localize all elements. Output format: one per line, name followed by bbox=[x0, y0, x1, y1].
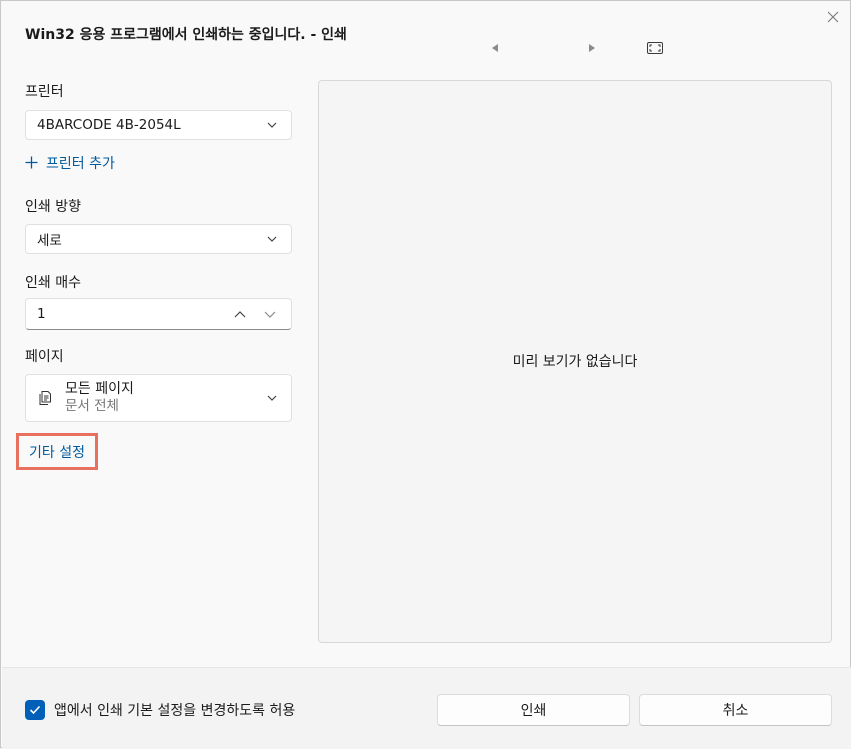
add-printer-label: 프린터 추가 bbox=[46, 156, 115, 172]
pages-dropdown[interactable]: 모든 페이지 문서 전체 bbox=[25, 374, 292, 422]
copies-stepper[interactable]: 1 bbox=[25, 298, 292, 330]
copies-value[interactable]: 1 bbox=[26, 306, 225, 322]
fit-page-button[interactable] bbox=[646, 40, 664, 56]
chevron-down-icon bbox=[265, 391, 279, 405]
chevron-down-icon bbox=[265, 232, 279, 246]
pages-value: 모든 페이지 bbox=[65, 381, 134, 397]
add-printer-link[interactable]: 프린터 추가 bbox=[25, 153, 115, 173]
previous-page-button[interactable] bbox=[487, 40, 503, 56]
orientation-label: 인쇄 방향 bbox=[25, 199, 81, 215]
preview-message: 미리 보기가 없습니다 bbox=[512, 353, 638, 370]
close-button[interactable] bbox=[821, 7, 845, 27]
chevron-down-icon bbox=[265, 118, 279, 132]
checkmark-icon bbox=[29, 705, 41, 715]
allow-change-label: 앱에서 인쇄 기본 설정을 변경하도록 허용 bbox=[54, 703, 296, 719]
printer-value: 4BARCODE 4B-2054L bbox=[37, 117, 181, 133]
orientation-value: 세로 bbox=[37, 233, 62, 249]
more-settings-link[interactable]: 기타 설정 bbox=[16, 433, 98, 470]
pages-label: 페이지 bbox=[25, 349, 64, 365]
printer-label: 프린터 bbox=[25, 84, 64, 100]
more-settings-label: 기타 설정 bbox=[29, 444, 85, 461]
copies-label: 인쇄 매수 bbox=[25, 275, 81, 291]
print-preview-pane: 미리 보기가 없습니다 bbox=[318, 80, 832, 643]
allow-change-checkbox[interactable]: 앱에서 인쇄 기본 설정을 변경하도록 허용 bbox=[25, 700, 295, 720]
increment-button[interactable] bbox=[225, 300, 255, 328]
dialog-title: Win32 응용 프로그램에서 인쇄하는 중입니다. - 인쇄 bbox=[25, 27, 347, 43]
triangle-left-icon bbox=[492, 44, 498, 52]
chevron-down-icon bbox=[264, 311, 276, 318]
checkbox-box[interactable] bbox=[25, 700, 45, 720]
pages-description: 문서 전체 bbox=[65, 398, 119, 414]
pages-icon bbox=[37, 389, 53, 407]
print-dialog: Win32 응용 프로그램에서 인쇄하는 중입니다. - 인쇄 프린터 4BAR… bbox=[0, 0, 851, 749]
plus-icon bbox=[25, 154, 38, 172]
orientation-dropdown[interactable]: 세로 bbox=[25, 224, 292, 254]
close-icon bbox=[827, 11, 839, 23]
decrement-button[interactable] bbox=[255, 300, 285, 328]
chevron-up-icon bbox=[234, 310, 246, 317]
fit-page-icon bbox=[647, 42, 663, 54]
triangle-right-icon bbox=[589, 44, 595, 52]
next-page-button[interactable] bbox=[584, 40, 600, 56]
print-button[interactable]: 인쇄 bbox=[437, 694, 630, 726]
printer-dropdown[interactable]: 4BARCODE 4B-2054L bbox=[25, 110, 292, 140]
cancel-button[interactable]: 취소 bbox=[639, 694, 832, 726]
